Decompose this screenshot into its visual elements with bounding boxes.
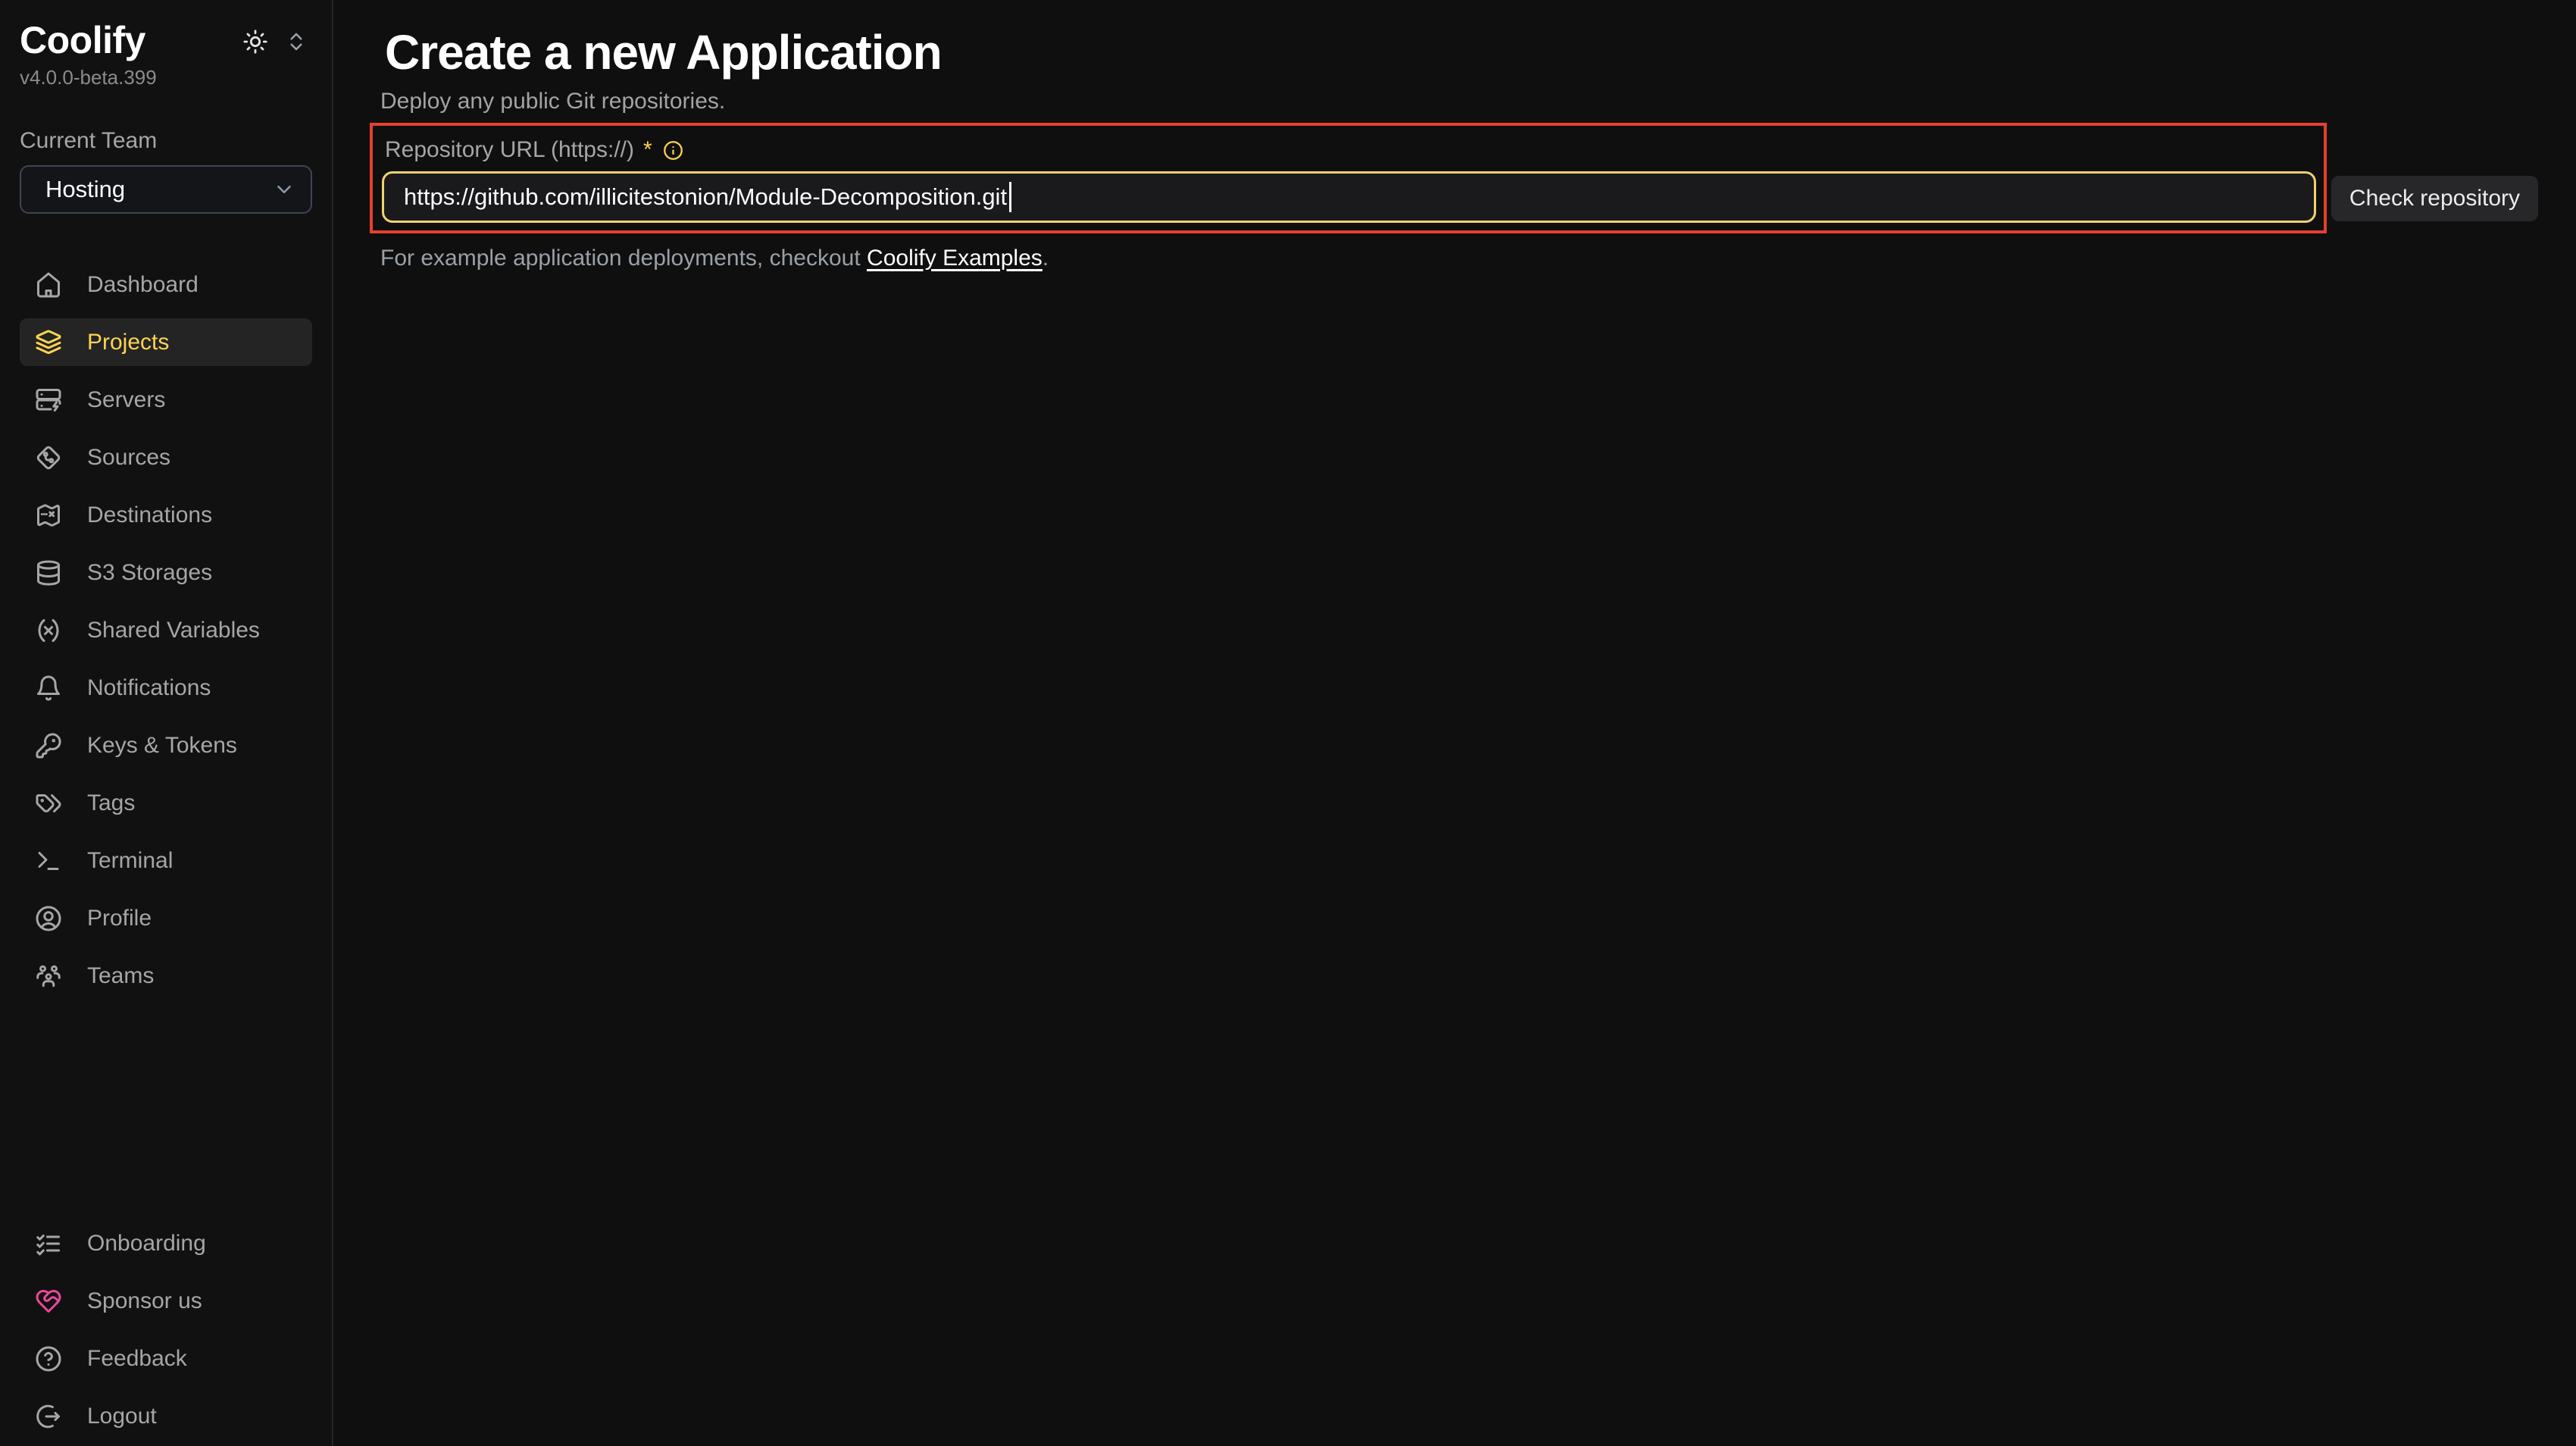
helper-suffix: .: [1043, 246, 1049, 271]
sidebar-header: Coolify v4.0.0-beta.399: [20, 18, 312, 89]
tags-icon: [35, 790, 62, 817]
repository-url-label-row: Repository URL (https://) *: [382, 136, 2316, 164]
sidebar-item-feedback[interactable]: Feedback: [20, 1335, 312, 1382]
sidebar-item-label: Teams: [87, 963, 154, 989]
sidebar-item-shared-variables[interactable]: Shared Variables: [20, 606, 312, 654]
repository-url-value: https://github.com/illicitestonion/Modul…: [404, 183, 1007, 211]
sun-icon: [242, 29, 268, 55]
user-circle-icon: [35, 905, 62, 932]
sidebar-item-profile[interactable]: Profile: [20, 894, 312, 942]
sidebar-item-destinations[interactable]: Destinations: [20, 491, 312, 539]
helper-prefix: For example application deployments, che…: [380, 246, 861, 271]
layers-icon: [35, 329, 62, 356]
git-source-icon: [35, 444, 62, 471]
repository-url-input[interactable]: https://github.com/illicitestonion/Modul…: [382, 171, 2316, 223]
main-content: Create a new Application Deploy any publ…: [333, 0, 2576, 1446]
repository-form-row: Repository URL (https://) * https://gith…: [370, 123, 2538, 233]
sidebar-item-tags[interactable]: Tags: [20, 779, 312, 827]
terminal-icon: [35, 847, 62, 875]
theme-toggle-button[interactable]: [242, 29, 268, 55]
sidebar-item-terminal[interactable]: Terminal: [20, 837, 312, 884]
sidebar-item-label: Tags: [87, 790, 135, 816]
sidebar-item-label: Sources: [87, 445, 170, 471]
app-version: v4.0.0-beta.399: [20, 65, 157, 89]
sidebar-item-label: Feedback: [87, 1346, 187, 1372]
header-actions: [242, 29, 312, 55]
required-asterisk: *: [643, 136, 652, 164]
server-icon: [35, 387, 62, 414]
sidebar-item-keys-tokens[interactable]: Keys & Tokens: [20, 721, 312, 769]
sidebar-item-label: Onboarding: [87, 1231, 206, 1257]
chevrons-up-down-icon: [285, 30, 308, 53]
sidebar-item-label: Logout: [87, 1404, 157, 1429]
help-circle-icon: [35, 1345, 62, 1372]
repository-url-field-highlight: Repository URL (https://) * https://gith…: [370, 123, 2327, 233]
app-logo: Coolify: [20, 18, 157, 62]
current-team-label: Current Team: [20, 127, 312, 155]
database-icon: [35, 559, 62, 587]
sidebar-item-label: Projects: [87, 330, 169, 355]
text-cursor: [1009, 182, 1011, 212]
sidebar-item-label: Destinations: [87, 502, 212, 528]
home-icon: [35, 271, 62, 299]
sidebar-item-notifications[interactable]: Notifications: [20, 664, 312, 712]
bell-icon: [35, 674, 62, 702]
sidebar-item-teams[interactable]: Teams: [20, 952, 312, 1000]
key-icon: [35, 732, 62, 759]
sidebar-item-projects[interactable]: Projects: [20, 318, 312, 366]
info-icon[interactable]: [663, 140, 683, 161]
chevron-down-icon: [273, 178, 295, 201]
repository-url-label: Repository URL (https://): [385, 136, 634, 164]
sidebar-collapse-button[interactable]: [285, 30, 308, 53]
team-select[interactable]: Hosting: [20, 165, 312, 214]
sidebar-item-label: Sponsor us: [87, 1288, 202, 1314]
sidebar-item-sources[interactable]: Sources: [20, 433, 312, 481]
sidebar-nav: Dashboard Projects Servers Sources Desti…: [20, 261, 312, 1000]
checklist-icon: [35, 1230, 62, 1257]
sidebar-footer-nav: Onboarding Sponsor us Feedback Logout: [20, 1219, 312, 1440]
logout-icon: [35, 1403, 62, 1430]
page-subtitle: Deploy any public Git repositories.: [380, 88, 2538, 115]
users-icon: [35, 962, 62, 990]
sidebar-item-label: Dashboard: [87, 272, 199, 298]
sidebar: Coolify v4.0.0-beta.399 Current Team Hos…: [0, 0, 333, 1446]
logo-block: Coolify v4.0.0-beta.399: [20, 18, 157, 89]
check-repository-button[interactable]: Check repository: [2331, 176, 2538, 221]
sidebar-item-s3-storages[interactable]: S3 Storages: [20, 549, 312, 596]
sidebar-item-logout[interactable]: Logout: [20, 1392, 312, 1440]
team-select-value: Hosting: [45, 176, 125, 203]
coolify-examples-link[interactable]: Coolify Examples: [867, 246, 1043, 271]
sidebar-item-label: Shared Variables: [87, 618, 260, 643]
sidebar-item-label: Terminal: [87, 848, 173, 874]
sidebar-item-label: Profile: [87, 906, 152, 931]
helper-text: For example application deployments, che…: [380, 244, 2538, 273]
sidebar-item-label: Notifications: [87, 675, 211, 701]
heart-handshake-icon: [35, 1288, 62, 1315]
sidebar-item-dashboard[interactable]: Dashboard: [20, 261, 312, 308]
sidebar-item-onboarding[interactable]: Onboarding: [20, 1219, 312, 1267]
sidebar-item-label: S3 Storages: [87, 560, 212, 586]
sidebar-item-servers[interactable]: Servers: [20, 376, 312, 424]
sidebar-item-label: Servers: [87, 387, 165, 413]
variable-icon: [35, 617, 62, 644]
sidebar-item-label: Keys & Tokens: [87, 733, 237, 759]
page-title: Create a new Application: [385, 26, 2538, 79]
map-icon: [35, 502, 62, 529]
sidebar-item-sponsor-us[interactable]: Sponsor us: [20, 1277, 312, 1325]
